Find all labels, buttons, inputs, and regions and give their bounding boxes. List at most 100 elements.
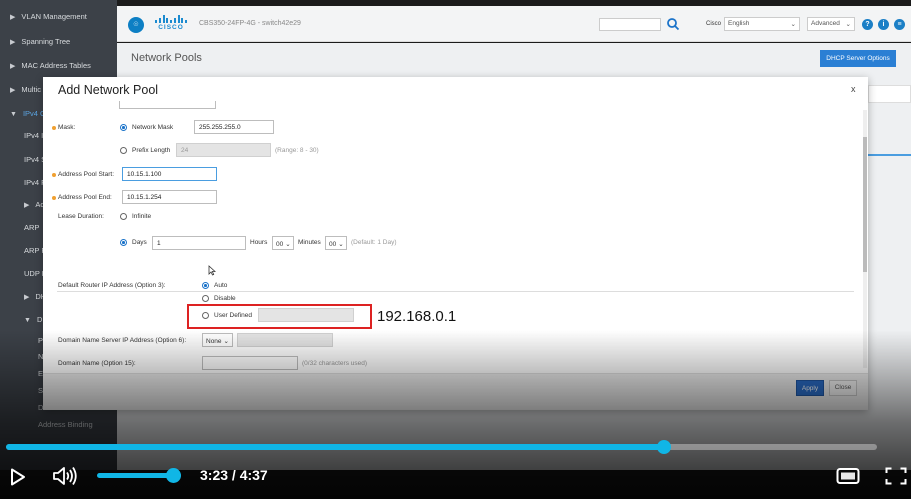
dialog-body: Mask: Network Mask 255.255.255.0 Prefix … xyxy=(43,101,868,371)
pool-start-input[interactable]: 10.15.1.100 xyxy=(122,167,217,181)
network-mask-label: Network Mask xyxy=(132,124,174,131)
background-panel xyxy=(868,85,911,103)
captions-icon[interactable] xyxy=(836,467,860,485)
sidebar-item-label: VLAN Management xyxy=(21,12,87,21)
chevron-right-icon: ▶ xyxy=(10,87,16,94)
chevron-right-icon: ▶ xyxy=(10,14,16,21)
router-disable-radio[interactable] xyxy=(202,295,209,302)
network-mask-radio[interactable] xyxy=(120,124,127,131)
chevron-down-icon: ▼ xyxy=(24,317,31,324)
pool-name-input[interactable] xyxy=(119,101,216,109)
prefix-length-radio[interactable] xyxy=(120,147,127,154)
help-icon[interactable]: ? xyxy=(862,19,873,30)
minutes-value: 00 xyxy=(329,240,337,248)
cisco-logo: CISCO xyxy=(153,15,189,35)
app-logo-icon[interactable]: ☉ xyxy=(128,17,144,33)
mask-label: Mask: xyxy=(51,124,76,131)
hours-select[interactable]: 00 ⌄ xyxy=(272,236,294,250)
network-mask-input[interactable]: 255.255.255.0 xyxy=(194,120,274,134)
chevron-down-icon: ⌄ xyxy=(790,21,796,28)
router-auto-radio[interactable] xyxy=(202,282,209,289)
days-label: Days xyxy=(132,239,147,246)
domain-name-input[interactable] xyxy=(202,356,298,370)
sidebar-item-label: ARP xyxy=(24,223,40,232)
chevron-down-icon: ⌄ xyxy=(338,240,344,248)
language-label: Cisco xyxy=(706,21,722,27)
pool-end-label: Address Pool End: xyxy=(52,194,112,201)
sidebar-item[interactable]: ▶ Spanning Tree xyxy=(0,37,117,46)
prefix-length-input[interactable]: 24 xyxy=(176,143,271,157)
sidebar-item-label: IPv4 I xyxy=(24,131,44,140)
dns-server-input[interactable] xyxy=(237,333,333,347)
volume-handle[interactable] xyxy=(165,468,181,483)
annotation-highlight-box xyxy=(187,304,372,329)
info-icon[interactable]: i xyxy=(878,19,889,30)
dns-server-select-value: None xyxy=(206,337,222,345)
infinite-radio[interactable] xyxy=(120,213,127,220)
cisco-brand-text: CISCO xyxy=(158,24,184,31)
pool-start-label: Address Pool Start: xyxy=(52,171,114,178)
menu-icon[interactable]: ≡ xyxy=(894,19,905,30)
prefix-range-hint: (Range: 8 - 30) xyxy=(275,147,319,154)
video-player-controls: 3:23 / 4:37 xyxy=(0,436,911,499)
sidebar-item-label: Address Binding xyxy=(38,420,93,429)
minutes-label: Minutes xyxy=(298,239,321,246)
mode-value: Advanced xyxy=(811,20,840,27)
chevron-right-icon: ▶ xyxy=(10,39,16,46)
sidebar-item-label: Multic xyxy=(21,85,41,94)
top-bar: ☉ CISCO CBS350-24FP-4G - switch42e29 Cis… xyxy=(117,6,911,42)
dialog-scroll-thumb[interactable] xyxy=(863,137,867,272)
progress-played xyxy=(6,444,665,450)
progress-track[interactable] xyxy=(6,444,877,450)
infinite-label: Infinite xyxy=(132,213,152,220)
sidebar-item-label: MAC Address Tables xyxy=(21,61,91,70)
hours-value: 00 xyxy=(276,240,284,248)
background-tab-indicator xyxy=(868,154,911,156)
chevron-down-icon: ⌄ xyxy=(845,21,851,28)
chevron-down-icon: ⌄ xyxy=(223,337,229,345)
prefix-length-label: Prefix Length xyxy=(132,147,171,154)
default-router-label: Default Router IP Address (Option 3): xyxy=(58,282,166,289)
language-select[interactable]: English ⌄ xyxy=(724,17,800,31)
days-radio[interactable] xyxy=(120,239,127,246)
mode-select[interactable]: Advanced ⌄ xyxy=(807,17,855,31)
chevron-down-icon: ⌄ xyxy=(285,240,291,248)
domain-name-count: (0/32 characters used) xyxy=(302,360,368,367)
close-button[interactable]: Close xyxy=(829,380,857,396)
chevron-down-icon: ▼ xyxy=(10,111,17,118)
chevron-right-icon: ▶ xyxy=(10,63,16,70)
fullscreen-icon[interactable] xyxy=(885,467,907,485)
dialog-footer: Apply Close xyxy=(43,373,868,410)
dns-server-select[interactable]: None ⌄ xyxy=(202,333,233,347)
lease-duration-label: Lease Duration: xyxy=(58,213,104,220)
chevron-right-icon: ▶ xyxy=(24,294,30,301)
apply-button[interactable]: Apply xyxy=(796,380,824,396)
mouse-cursor-icon xyxy=(208,265,216,276)
sidebar-item[interactable]: Address Binding xyxy=(0,420,117,429)
chevron-right-icon: ▶ xyxy=(24,202,30,209)
play-icon[interactable] xyxy=(10,468,26,486)
pool-end-input[interactable]: 10.15.1.254 xyxy=(122,190,217,204)
search-input[interactable] xyxy=(599,18,661,31)
section-divider xyxy=(57,291,854,292)
sidebar-item-label: Spanning Tree xyxy=(21,37,71,46)
minutes-select[interactable]: 00 ⌄ xyxy=(325,236,347,250)
sidebar-item[interactable]: ▶ VLAN Management xyxy=(0,12,117,21)
page-title: Network Pools xyxy=(131,52,202,64)
search-icon[interactable] xyxy=(666,17,680,31)
add-network-pool-dialog: Add Network Pool x Mask: Network Mask 25… xyxy=(43,77,868,410)
progress-handle[interactable] xyxy=(657,440,672,454)
router-disable-label: Disable xyxy=(214,295,236,302)
sidebar-item[interactable]: ▶ MAC Address Tables xyxy=(0,61,117,70)
annotation-text: 192.168.0.1 xyxy=(377,308,457,325)
device-name: CBS350-24FP-4G - switch42e29 xyxy=(199,20,301,27)
lease-default-hint: (Default: 1 Day) xyxy=(351,239,397,246)
volume-icon[interactable] xyxy=(52,466,78,486)
close-icon[interactable]: x xyxy=(851,84,856,94)
dhcp-server-options-button[interactable]: DHCP Server Options xyxy=(820,50,896,67)
dns-server-label: Domain Name Server IP Address (Option 6)… xyxy=(58,337,187,344)
domain-name-label: Domain Name (Option 15): xyxy=(58,360,136,367)
language-value: English xyxy=(728,20,750,27)
hours-label: Hours xyxy=(250,239,268,246)
days-input[interactable]: 1 xyxy=(152,236,246,250)
